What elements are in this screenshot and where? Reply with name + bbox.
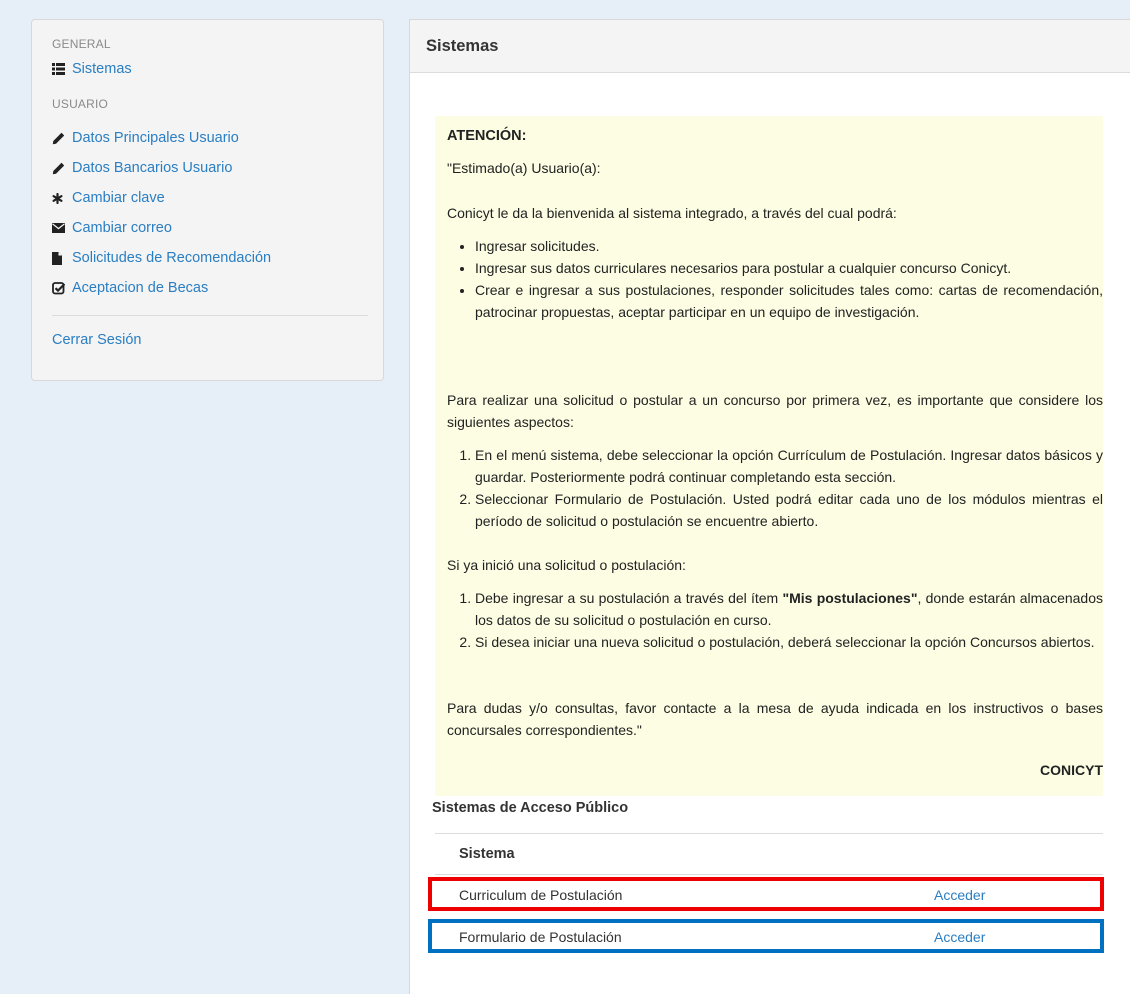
acceder-curriculum-link[interactable]: Acceder: [934, 881, 985, 909]
logout-link[interactable]: Cerrar Sesión: [52, 332, 368, 348]
sidebar-item-datos-principales[interactable]: Datos Principales Usuario: [52, 123, 368, 153]
sidebar-item-cambiar-correo[interactable]: Cambiar correo: [52, 213, 368, 243]
file-icon: [52, 251, 72, 265]
sidebar-item-datos-bancarios[interactable]: Datos Bancarios Usuario: [52, 153, 368, 183]
sidebar-item-label: Aceptacion de Becas: [72, 280, 209, 296]
table-row-curriculum: Curriculum de Postulación Acceder: [428, 877, 1104, 911]
sidebar-item-cambiar-clave[interactable]: Cambiar clave: [52, 183, 368, 213]
notice-bullet-list: Ingresar solicitudes. Ingresar sus datos…: [447, 235, 1103, 323]
table-header-sistema: Sistema: [435, 833, 1103, 875]
step-text: Debe ingresar a su postulación a través …: [475, 590, 783, 606]
list-item: Crear e ingresar a sus postulaciones, re…: [475, 279, 1103, 323]
pencil-icon: [52, 132, 72, 145]
notice-steps-list: En el menú sistema, debe seleccionar la …: [447, 444, 1103, 532]
sidebar-item-label: Datos Principales Usuario: [72, 130, 239, 146]
notice-title: ATENCIÓN:: [447, 128, 527, 144]
main-panel: Sistemas ATENCIÓN: "Estimado(a) Usuario(…: [409, 19, 1130, 994]
notice-signature: CONICYT: [1040, 762, 1103, 778]
sidebar-item-aceptacion-becas[interactable]: Aceptacion de Becas: [52, 273, 368, 303]
list-item: Seleccionar Formulario de Postulación. U…: [475, 488, 1103, 532]
sidebar-item-label: Cambiar correo: [72, 220, 172, 236]
sidebar: GENERAL Sistemas USUARIO Datos Principal…: [31, 19, 384, 381]
acceder-formulario-link[interactable]: Acceder: [934, 923, 985, 951]
sidebar-item-sistemas[interactable]: Sistemas: [52, 60, 368, 77]
notice-help: Para dudas y/o consultas, favor contacte…: [447, 700, 1103, 738]
notice-started: Si ya inició una solicitud o postulación…: [447, 557, 686, 573]
asterisk-icon: [52, 192, 72, 204]
pencil-icon: [52, 162, 72, 175]
list-item: Debe ingresar a su postulación a través …: [475, 587, 1103, 631]
notice-first-time: Para realizar una solicitud o postular a…: [447, 392, 1103, 430]
envelope-icon: [52, 223, 72, 233]
row-name: Formulario de Postulación: [459, 929, 622, 945]
public-systems-title: Sistemas de Acceso Público: [432, 800, 629, 816]
list-item: En el menú sistema, debe seleccionar la …: [475, 444, 1103, 488]
row-name: Curriculum de Postulación: [459, 887, 623, 903]
sidebar-header-general: GENERAL: [52, 37, 111, 51]
mis-postulaciones-emphasis: "Mis postulaciones": [782, 590, 918, 606]
sidebar-divider: [52, 315, 368, 316]
notice-started-list: Debe ingresar a su postulación a través …: [447, 587, 1103, 653]
page-title: Sistemas: [410, 20, 1130, 73]
sidebar-item-label: Datos Bancarios Usuario: [72, 160, 233, 176]
sidebar-item-label: Sistemas: [72, 60, 132, 77]
sidebar-item-solicitudes-recomendacion[interactable]: Solicitudes de Recomendación: [52, 243, 368, 273]
sidebar-item-label: Solicitudes de Recomendación: [72, 250, 272, 266]
check-square-icon: [52, 281, 72, 295]
table-row-formulario: Formulario de Postulación Acceder: [428, 919, 1104, 953]
list-item: Si desea iniciar una nueva solicitud o p…: [475, 631, 1103, 653]
notice-intro: Conicyt le da la bienvenida al sistema i…: [447, 205, 897, 221]
list-icon: [52, 62, 72, 75]
notice-greeting: "Estimado(a) Usuario(a):: [447, 160, 601, 176]
list-item: Ingresar sus datos curriculares necesari…: [475, 257, 1103, 279]
sidebar-item-label: Cambiar clave: [72, 190, 165, 206]
sidebar-header-usuario: USUARIO: [52, 97, 109, 111]
list-item: Ingresar solicitudes.: [475, 235, 1103, 257]
attention-notice: ATENCIÓN: "Estimado(a) Usuario(a): Conic…: [435, 116, 1103, 796]
